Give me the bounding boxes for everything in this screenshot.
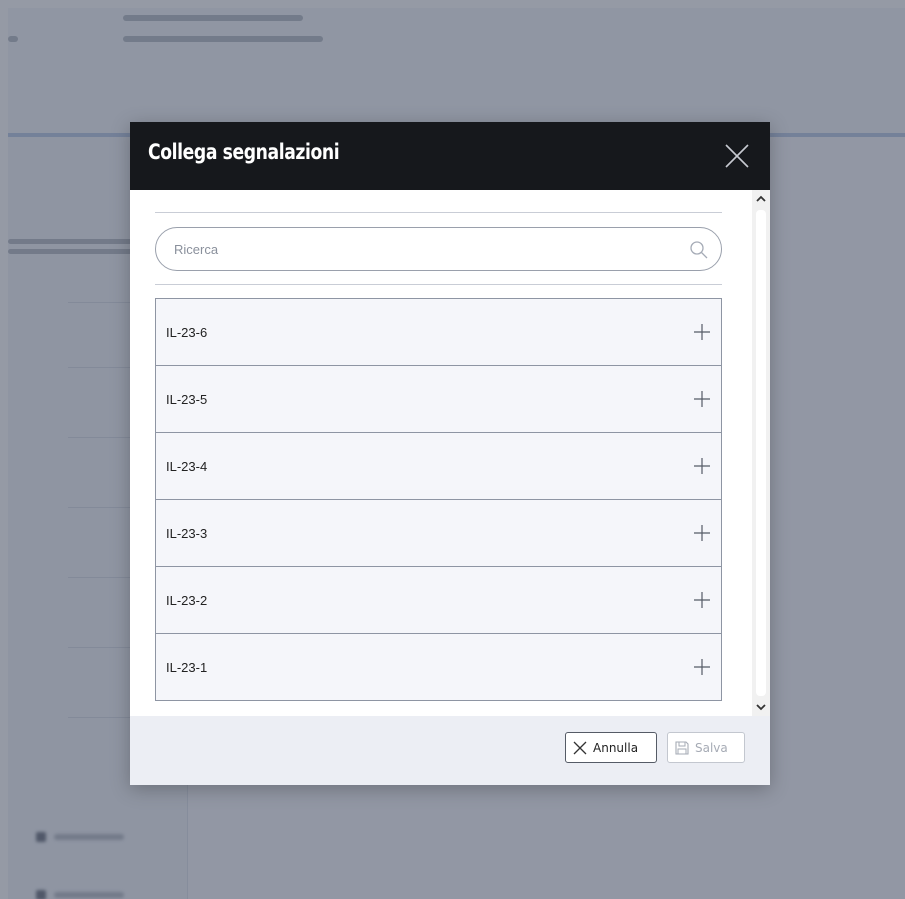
scrollbar-thumb[interactable]	[756, 210, 766, 696]
divider	[155, 212, 722, 213]
scroll-up-button[interactable]	[752, 190, 770, 208]
floppy-disk-icon	[675, 740, 689, 755]
save-button-label: Salva	[695, 740, 728, 755]
save-button[interactable]: Salva	[667, 732, 745, 763]
list-item[interactable]: IL-23-6	[155, 298, 722, 366]
dialog-body: IL-23-6 IL-23-5 IL-23-4 IL-23-3 IL-23-2	[130, 190, 770, 716]
chevron-up-icon	[756, 195, 766, 202]
close-icon	[725, 144, 749, 168]
report-id: IL-23-2	[166, 592, 208, 608]
plus-icon[interactable]	[693, 524, 711, 542]
list-item[interactable]: IL-23-5	[155, 365, 722, 433]
report-id: IL-23-5	[166, 391, 208, 407]
x-icon	[573, 741, 587, 754]
list-item[interactable]: IL-23-3	[155, 499, 722, 567]
dialog-footer: Annulla Salva	[130, 716, 770, 785]
close-button[interactable]	[722, 141, 752, 171]
plus-icon[interactable]	[693, 591, 711, 609]
plus-icon[interactable]	[693, 457, 711, 475]
plus-icon[interactable]	[693, 390, 711, 408]
cancel-button[interactable]: Annulla	[565, 732, 657, 763]
list-item[interactable]: IL-23-2	[155, 566, 722, 634]
plus-icon[interactable]	[693, 658, 711, 676]
dialog-scrollbar[interactable]	[752, 190, 770, 716]
divider	[155, 284, 722, 285]
cancel-button-label: Annulla	[593, 740, 639, 755]
scroll-down-button[interactable]	[752, 698, 770, 716]
search-icon[interactable]	[689, 240, 709, 260]
report-id: IL-23-3	[166, 525, 208, 541]
report-id: IL-23-6	[166, 324, 208, 340]
search-input[interactable]	[172, 236, 672, 262]
chevron-down-icon	[756, 704, 766, 711]
link-reports-dialog: Collega segnalazioni IL-23-6	[130, 122, 770, 785]
dialog-title: Collega segnalazioni	[148, 140, 340, 164]
list-item[interactable]: IL-23-4	[155, 432, 722, 500]
report-id: IL-23-4	[166, 458, 208, 474]
report-id: IL-23-1	[166, 659, 208, 675]
dialog-header: Collega segnalazioni	[130, 122, 770, 190]
plus-icon[interactable]	[693, 323, 711, 341]
list-item[interactable]: IL-23-1	[155, 633, 722, 701]
report-list: IL-23-6 IL-23-5 IL-23-4 IL-23-3 IL-23-2	[155, 298, 722, 701]
search-box	[155, 227, 722, 271]
